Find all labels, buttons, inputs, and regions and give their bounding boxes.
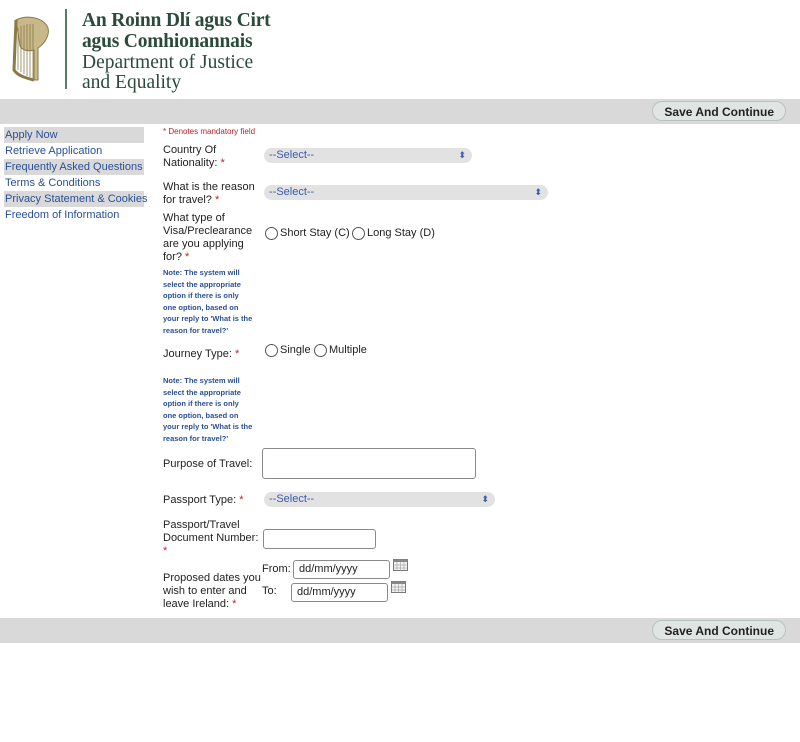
sidebar-item-faq[interactable]: Frequently Asked Questions bbox=[4, 159, 144, 175]
reason-label: What is the reason for travel? * bbox=[163, 181, 255, 207]
from-label: From: bbox=[262, 563, 291, 575]
to-label: To: bbox=[262, 585, 277, 597]
note-line: your reply to 'What is the bbox=[163, 422, 253, 431]
radio-circle[interactable] bbox=[352, 226, 365, 240]
department-title-line: and Equality bbox=[82, 72, 182, 93]
sidebar-item-terms[interactable]: Terms & Conditions bbox=[4, 175, 144, 191]
dates-label-line: wish to enter and bbox=[163, 585, 247, 597]
bottom-action-bar: Save And Continue bbox=[0, 618, 800, 643]
radio-long-stay[interactable]: Long Stay (D) bbox=[352, 226, 435, 240]
visa-type-note: Note: The system will select the appropr… bbox=[163, 267, 263, 336]
reason-select[interactable]: --Select-- ⬍ bbox=[264, 185, 548, 200]
passport-type-select-value: --Select-- bbox=[269, 493, 315, 505]
note-line: reason for travel?' bbox=[163, 325, 229, 335]
note-line: Note: The system will bbox=[163, 268, 240, 277]
note-line: select the appropriate bbox=[163, 387, 241, 397]
required-marker: * bbox=[232, 598, 237, 610]
radio-circle[interactable] bbox=[265, 226, 278, 240]
radio-single[interactable]: Single bbox=[265, 343, 311, 357]
note-line: option if there is only bbox=[163, 399, 239, 408]
radio-short-stay[interactable]: Short Stay (C) bbox=[265, 226, 350, 240]
required-marker: * bbox=[185, 251, 190, 263]
note-line: reason for travel?' bbox=[163, 433, 229, 443]
radio-circle[interactable] bbox=[314, 343, 327, 357]
visa-type-label: What type of Visa/Preclearance are you a… bbox=[163, 212, 252, 264]
harp-logo-icon bbox=[12, 16, 49, 82]
top-action-bar: Save And Continue bbox=[0, 99, 800, 124]
reason-label-line: for travel? bbox=[163, 194, 212, 206]
passport-number-input[interactable] bbox=[263, 529, 376, 549]
select-arrows-icon: ⬍ bbox=[534, 187, 542, 197]
required-marker: * bbox=[163, 545, 168, 557]
journey-type-note: Note: The system will select the appropr… bbox=[163, 375, 263, 444]
passport-type-label-text: Passport Type: bbox=[163, 494, 237, 506]
mandatory-field-note: * Denotes mandatory field bbox=[163, 127, 256, 136]
save-and-continue-button[interactable]: Save And Continue bbox=[652, 620, 786, 640]
passport-type-select[interactable]: --Select-- ⬍ bbox=[264, 492, 495, 507]
department-title-line: agus Comhionannais bbox=[82, 31, 253, 52]
passport-number-label: Passport/Travel Document Number: * bbox=[163, 519, 258, 558]
from-date-input[interactable]: dd/mm/yyyy bbox=[293, 560, 390, 579]
passport-number-label-line: Document Number: bbox=[163, 532, 259, 544]
radio-label: Long Stay (D) bbox=[367, 227, 435, 239]
required-marker: * bbox=[214, 194, 220, 206]
sidebar-item-foi[interactable]: Freedom of Information bbox=[4, 207, 144, 223]
note-line: one option, based on bbox=[163, 410, 239, 420]
radio-label: Short Stay (C) bbox=[280, 227, 350, 239]
department-title-line: An Roinn Dlí agus Cirt bbox=[82, 10, 271, 31]
sidebar-item-apply-now[interactable]: Apply Now bbox=[4, 127, 144, 143]
reason-select-value: --Select-- bbox=[269, 186, 315, 198]
purpose-label: Purpose of Travel: bbox=[163, 458, 253, 470]
save-and-continue-button[interactable]: Save And Continue bbox=[652, 101, 786, 121]
calendar-icon[interactable] bbox=[393, 559, 408, 571]
note-line: your reply to 'What is the bbox=[163, 314, 253, 323]
journey-type-label: Journey Type: * bbox=[163, 348, 239, 361]
dates-label: Proposed dates you wish to enter and lea… bbox=[163, 572, 261, 611]
required-marker: * bbox=[220, 157, 225, 169]
site-header: An Roinn Dlí agus Cirt agus Comhionannai… bbox=[0, 0, 800, 98]
radio-label: Multiple bbox=[329, 344, 367, 356]
nationality-select-value: --Select-- bbox=[269, 149, 315, 161]
visa-type-label-line: are you applying bbox=[163, 238, 244, 250]
nationality-label: Country Of Nationality: * bbox=[163, 144, 225, 170]
sidebar-item-privacy[interactable]: Privacy Statement & Cookies bbox=[4, 191, 147, 207]
note-line: option if there is only bbox=[163, 291, 239, 300]
sidebar-nav: Apply Now Retrieve Application Frequentl… bbox=[4, 127, 147, 223]
calendar-icon[interactable] bbox=[391, 581, 406, 593]
visa-type-label-line: What type of bbox=[163, 212, 225, 224]
purpose-textarea[interactable] bbox=[262, 448, 476, 479]
department-title: An Roinn Dlí agus Cirt agus Comhionannai… bbox=[82, 10, 271, 93]
nationality-select[interactable]: --Select-- ⬍ bbox=[264, 148, 472, 163]
to-date-input[interactable]: dd/mm/yyyy bbox=[291, 583, 388, 602]
dates-label-line: leave Ireland: bbox=[163, 598, 230, 610]
header-divider bbox=[65, 9, 67, 89]
nationality-label-line: Nationality: bbox=[163, 157, 218, 169]
required-marker: * bbox=[234, 348, 240, 360]
note-line: Note: The system will bbox=[163, 376, 240, 385]
note-line: one option, based on bbox=[163, 302, 239, 312]
visa-type-label-line: for? bbox=[163, 251, 182, 263]
select-arrows-icon: ⬍ bbox=[481, 494, 489, 504]
reason-label-line: What is the reason bbox=[163, 181, 255, 193]
journey-type-label-text: Journey Type: bbox=[163, 348, 232, 360]
required-marker: * bbox=[239, 494, 244, 506]
sidebar-item-retrieve-application[interactable]: Retrieve Application bbox=[4, 143, 144, 159]
radio-circle[interactable] bbox=[265, 343, 278, 357]
radio-multiple[interactable]: Multiple bbox=[314, 343, 367, 357]
note-line: select the appropriate bbox=[163, 279, 241, 289]
passport-type-label: Passport Type: * bbox=[163, 494, 244, 507]
dates-label-line: Proposed dates you bbox=[163, 572, 261, 584]
nationality-label-line: Country Of bbox=[163, 144, 217, 156]
passport-number-label-line: Passport/Travel bbox=[163, 519, 240, 531]
department-title-line: Department of Justice bbox=[82, 52, 254, 73]
radio-label: Single bbox=[280, 344, 311, 356]
visa-type-label-line: Visa/Preclearance bbox=[163, 225, 253, 237]
select-arrows-icon: ⬍ bbox=[458, 150, 466, 160]
